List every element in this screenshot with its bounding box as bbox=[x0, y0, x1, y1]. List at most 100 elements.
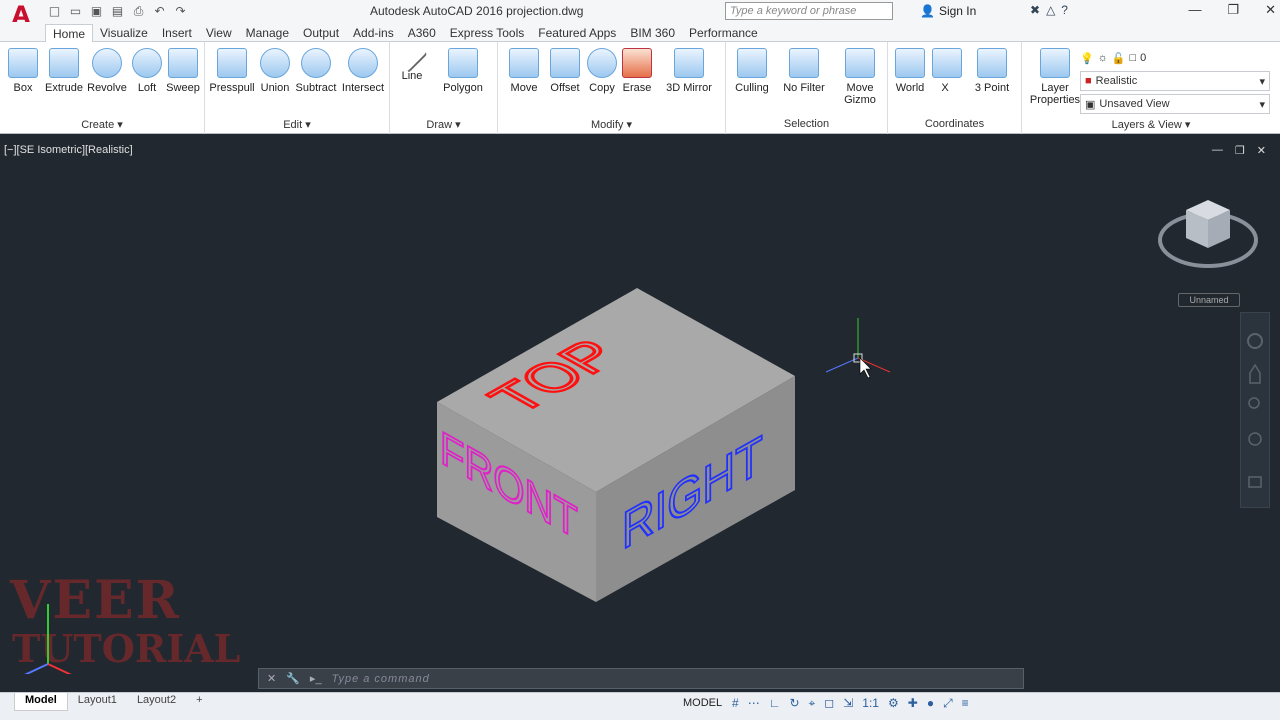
print-icon[interactable]: ⎙ bbox=[130, 3, 147, 20]
drawing-viewport[interactable]: [−][SE Isometric][Realistic] — ❐ ✕ TOP F… bbox=[0, 140, 1280, 692]
presspull-button[interactable]: Presspull bbox=[207, 46, 257, 94]
3-point-button[interactable]: 3 Point bbox=[972, 46, 1012, 94]
sun-icon: ☼ bbox=[1097, 52, 1108, 64]
ucs-world-icon bbox=[895, 48, 925, 78]
tab-add-ins[interactable]: Add-ins bbox=[346, 24, 401, 42]
workspace-gear-icon[interactable]: ⚙ bbox=[888, 696, 899, 711]
visual-style-value: Realistic bbox=[1095, 75, 1138, 87]
layer-properties-button[interactable]: Layer Properties bbox=[1028, 46, 1082, 106]
search-input[interactable]: Type a keyword or phrase bbox=[725, 2, 893, 20]
erase-button[interactable]: Erase bbox=[620, 46, 654, 94]
navigation-bar bbox=[1240, 312, 1270, 508]
line-button[interactable]: Line bbox=[394, 41, 430, 82]
visual-style-dropdown[interactable]: ■ Realistic ▾ bbox=[1080, 71, 1270, 91]
redo-icon[interactable]: ↷ bbox=[172, 3, 189, 20]
add-layout-button[interactable]: + bbox=[186, 693, 212, 711]
saveas-icon[interactable]: ▤ bbox=[109, 3, 126, 20]
fullscreen-icon[interactable]: ⤢ bbox=[943, 696, 953, 711]
minimize-icon[interactable]: — bbox=[1188, 2, 1201, 18]
sign-in-button[interactable]: 👤 Sign In bbox=[920, 4, 976, 18]
save-icon[interactable]: ▣ bbox=[88, 3, 105, 20]
viewcube[interactable] bbox=[1158, 196, 1258, 276]
tab-a360[interactable]: A360 bbox=[401, 24, 443, 42]
ucs-x-button[interactable]: X bbox=[932, 46, 962, 94]
revolve-button[interactable]: Revolve bbox=[86, 46, 128, 94]
chevron-down-icon: ▾ bbox=[1259, 98, 1265, 111]
command-history-icon[interactable]: ▸_ bbox=[310, 672, 322, 685]
no-filter-button[interactable]: No Filter bbox=[780, 46, 828, 94]
copy-button[interactable]: Copy bbox=[586, 46, 618, 94]
orbit-icon[interactable] bbox=[1248, 432, 1262, 446]
ucs-menu[interactable]: Unnamed bbox=[1178, 293, 1240, 307]
move-gizmo-button[interactable]: Move Gizmo bbox=[838, 46, 882, 106]
help-icon[interactable]: ? bbox=[1061, 3, 1068, 17]
tab-insert[interactable]: Insert bbox=[155, 24, 199, 42]
snap-icon[interactable]: ⋯ bbox=[748, 696, 760, 711]
a360-icon[interactable]: △ bbox=[1046, 3, 1055, 17]
union-button[interactable]: Union bbox=[257, 46, 293, 94]
union-icon bbox=[260, 48, 290, 78]
ortho-icon[interactable]: ∟ bbox=[769, 696, 781, 711]
culling-button[interactable]: Culling bbox=[732, 46, 772, 94]
grid-icon[interactable]: # bbox=[732, 696, 739, 711]
group-title-layers-view[interactable]: Layers & View ▾ bbox=[1022, 118, 1280, 132]
3d-mirror-button[interactable]: 3D Mirror bbox=[662, 46, 716, 94]
subtract-button[interactable]: Subtract bbox=[293, 46, 339, 94]
annotation-monitor-icon[interactable]: ✚ bbox=[908, 696, 918, 711]
tab-performance[interactable]: Performance bbox=[682, 24, 765, 42]
annotation-scale[interactable]: 1:1 bbox=[862, 696, 879, 711]
extrude-button[interactable]: Extrude bbox=[42, 46, 86, 94]
group-title-edit[interactable]: Edit ▾ bbox=[205, 118, 389, 132]
close-icon[interactable]: ✕ bbox=[267, 672, 276, 685]
group-title-create[interactable]: Create ▾ bbox=[0, 118, 204, 132]
customization-icon[interactable]: ≡ bbox=[962, 696, 969, 711]
layer-properties-icon bbox=[1040, 48, 1070, 78]
dynamic-ucs-icon[interactable]: ⇲ bbox=[843, 696, 853, 711]
polygon-button[interactable]: Polygon bbox=[438, 46, 488, 94]
tab-manage[interactable]: Manage bbox=[239, 24, 296, 42]
showmotion-icon[interactable] bbox=[1248, 476, 1262, 488]
tab-express-tools[interactable]: Express Tools bbox=[443, 24, 531, 42]
tab-view[interactable]: View bbox=[199, 24, 239, 42]
box-button[interactable]: Box bbox=[6, 46, 40, 94]
zoom-icon[interactable] bbox=[1248, 397, 1260, 409]
view-dropdown[interactable]: ▣ Unsaved View ▾ bbox=[1080, 94, 1270, 114]
intersect-button[interactable]: Intersect bbox=[339, 46, 387, 94]
world-button[interactable]: World bbox=[894, 46, 926, 94]
maximize-icon[interactable]: ❐ bbox=[1227, 2, 1239, 18]
group-title-modify[interactable]: Modify ▾ bbox=[498, 118, 725, 132]
group-create: Box Extrude Revolve Loft Sweep Create ▾ bbox=[0, 42, 205, 134]
sweep-button[interactable]: Sweep bbox=[164, 46, 202, 94]
osnap-icon[interactable]: ◻ bbox=[824, 696, 834, 711]
tab-home[interactable]: Home bbox=[45, 24, 94, 42]
visual-style-icon: ■ bbox=[1085, 75, 1092, 87]
model-space-button[interactable]: MODEL bbox=[683, 697, 722, 709]
exchange-icon[interactable]: ✖ bbox=[1030, 3, 1040, 17]
isodraft-icon[interactable]: ⌖ bbox=[809, 696, 816, 711]
layer-dropdown[interactable]: 💡 ☼ 🔓 □ 0 bbox=[1080, 48, 1270, 68]
steering-wheel-icon[interactable] bbox=[1247, 333, 1263, 349]
tab-visualize[interactable]: Visualize bbox=[93, 24, 155, 42]
tab-layout1[interactable]: Layout1 bbox=[68, 693, 127, 711]
new-icon[interactable]: □ bbox=[46, 3, 63, 20]
group-title-draw[interactable]: Draw ▾ bbox=[390, 118, 497, 132]
close-icon[interactable]: ✕ bbox=[1265, 2, 1276, 18]
customize-icon[interactable]: 🔧 bbox=[286, 672, 300, 685]
loft-button[interactable]: Loft bbox=[130, 46, 164, 94]
move-button[interactable]: Move bbox=[506, 46, 542, 94]
tab-featured-apps[interactable]: Featured Apps bbox=[531, 24, 623, 42]
offset-button[interactable]: Offset bbox=[546, 46, 584, 94]
tab-bim-360[interactable]: BIM 360 bbox=[623, 24, 682, 42]
window-title: Autodesk AutoCAD 2016 projection.dwg bbox=[370, 4, 584, 18]
open-icon[interactable]: ▭ bbox=[67, 3, 84, 20]
pan-icon[interactable] bbox=[1249, 363, 1261, 384]
tab-layout2[interactable]: Layout2 bbox=[127, 693, 186, 711]
quick-access-toolbar: □ ▭ ▣ ▤ ⎙ ↶ ↷ bbox=[46, 2, 189, 20]
command-input[interactable]: Type a command bbox=[332, 673, 430, 685]
tab-model[interactable]: Model bbox=[14, 693, 68, 711]
undo-icon[interactable]: ↶ bbox=[151, 3, 168, 20]
isolate-objects-icon[interactable]: ● bbox=[927, 696, 934, 711]
polar-icon[interactable]: ↻ bbox=[789, 696, 799, 711]
line-icon bbox=[396, 41, 428, 73]
tab-output[interactable]: Output bbox=[296, 24, 346, 42]
